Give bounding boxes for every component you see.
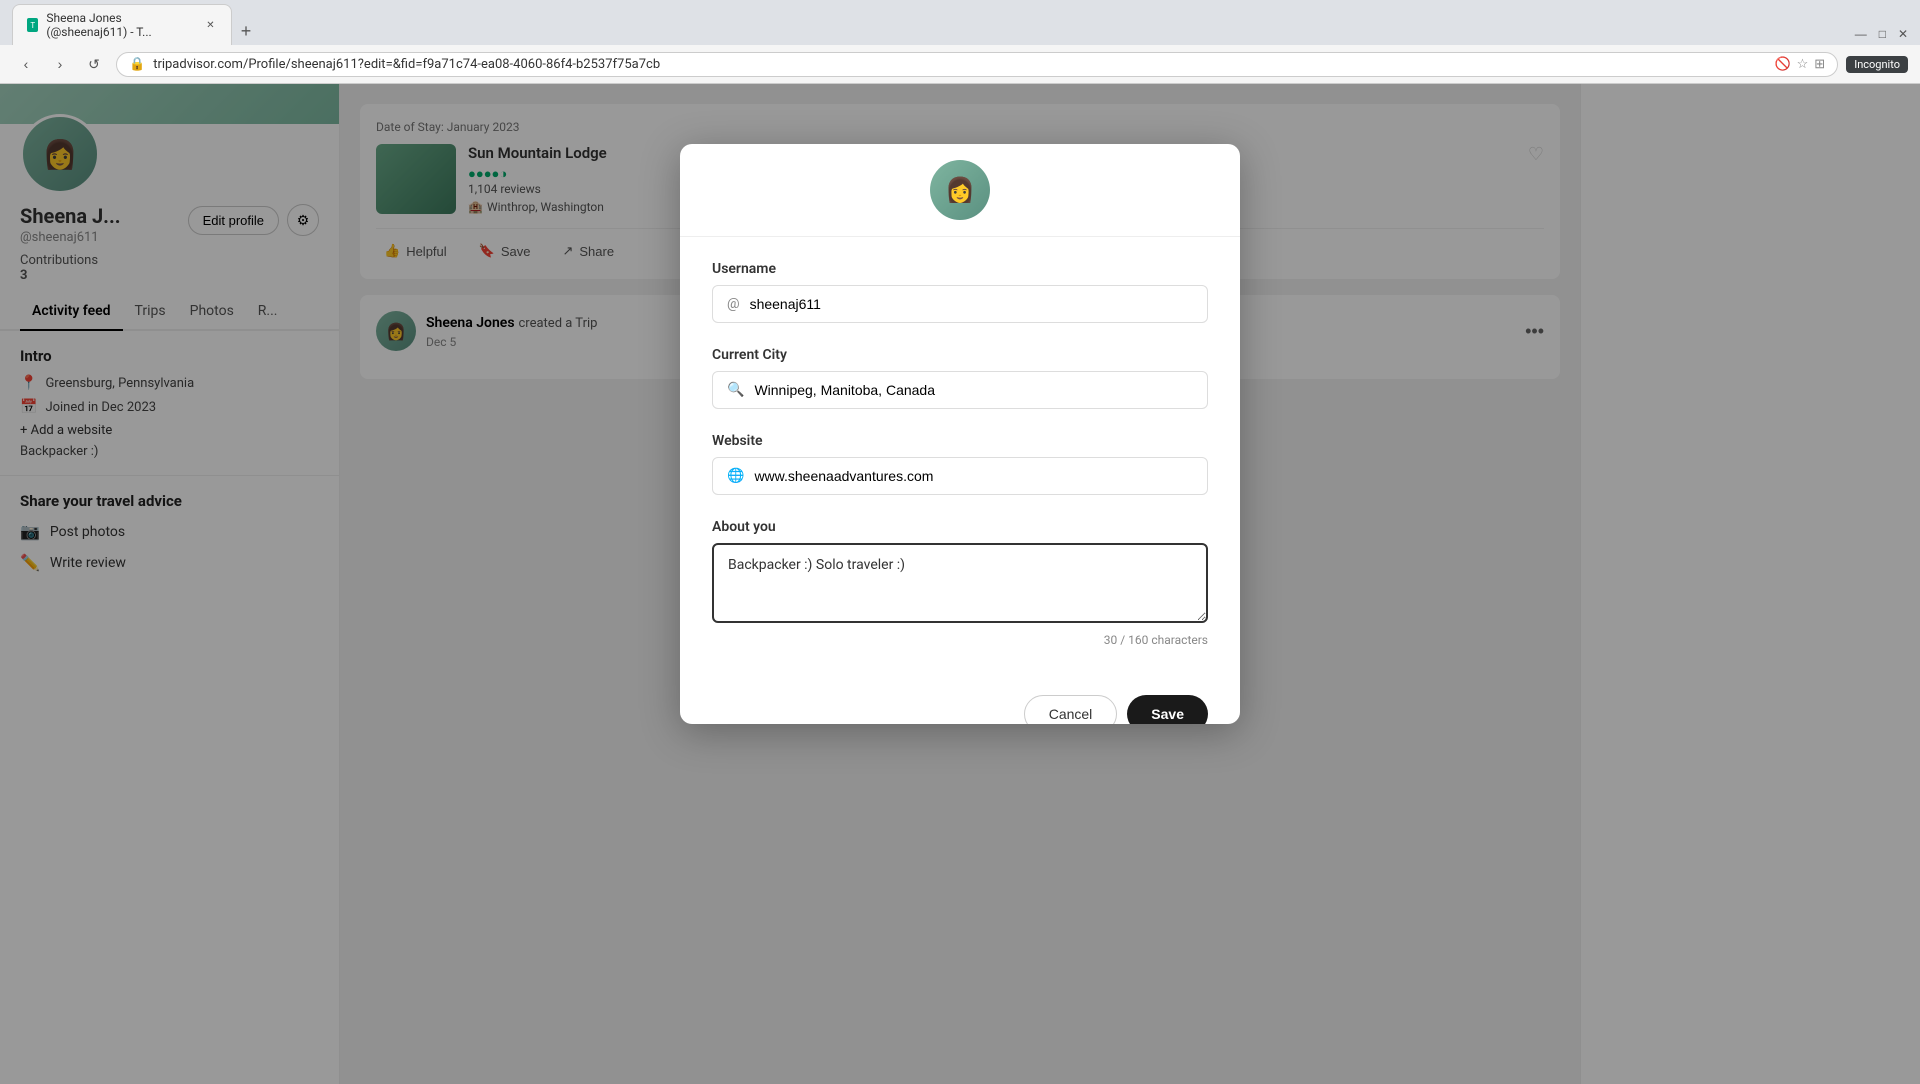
website-input-wrapper: 🌐: [712, 457, 1208, 495]
at-icon: @: [727, 296, 740, 312]
address-bar-row: ‹ › ↺ 🔒 tripadvisor.com/Profile/sheenaj6…: [0, 45, 1920, 83]
cancel-button[interactable]: Cancel: [1024, 695, 1118, 724]
username-input-wrapper: @: [712, 285, 1208, 323]
star-icon: ☆: [1797, 57, 1809, 72]
edit-profile-modal: 👩 Username @ Current City 🔍: [680, 144, 1240, 724]
username-input[interactable]: [750, 296, 1193, 312]
website-label: Website: [712, 433, 1208, 449]
nav-controls: ‹ › ↺: [12, 50, 108, 78]
search-icon: 🔍: [727, 382, 744, 398]
about-textarea[interactable]: Backpacker :) Solo traveler :): [712, 543, 1208, 623]
current-city-input-wrapper: 🔍: [712, 371, 1208, 409]
tab-bar: T Sheena Jones (@sheenaj611) - T... ✕ + …: [0, 0, 1920, 45]
incognito-badge: Incognito: [1846, 56, 1908, 73]
new-tab-button[interactable]: +: [232, 17, 260, 45]
eye-off-icon: 🚫: [1774, 57, 1790, 72]
modal-top-avatar-section: 👩: [680, 144, 1240, 237]
tab-favicon: T: [27, 18, 38, 32]
window-icon: ⊞: [1814, 57, 1825, 72]
address-bar-actions: Incognito: [1846, 56, 1908, 73]
forward-button[interactable]: ›: [46, 50, 74, 78]
modal-body: Username @ Current City 🔍 Web: [680, 237, 1240, 695]
current-city-form-group: Current City 🔍: [712, 347, 1208, 409]
modal-footer: Cancel Save: [680, 695, 1240, 724]
url-text: tripadvisor.com/Profile/sheenaj611?edit=…: [153, 57, 660, 72]
username-label: Username: [712, 261, 1208, 277]
reload-button[interactable]: ↺: [80, 50, 108, 78]
save-button[interactable]: Save: [1127, 695, 1208, 724]
address-bar[interactable]: 🔒 tripadvisor.com/Profile/sheenaj611?edi…: [116, 52, 1838, 77]
current-city-input[interactable]: [754, 382, 1193, 398]
back-button[interactable]: ‹: [12, 50, 40, 78]
main-content: 👩 Sheena J... @sheenaj611 Contributions …: [0, 84, 1920, 1084]
current-city-label: Current City: [712, 347, 1208, 363]
minimize-button[interactable]: —: [1851, 23, 1871, 45]
about-form-group: About you Backpacker :) Solo traveler :)…: [712, 519, 1208, 647]
globe-icon: 🌐: [727, 468, 744, 484]
website-input[interactable]: [754, 468, 1193, 484]
username-form-group: Username @: [712, 261, 1208, 323]
close-window-button[interactable]: ✕: [1894, 23, 1912, 45]
tab-title: Sheena Jones (@sheenaj611) - T...: [46, 11, 196, 39]
tab-close-button[interactable]: ✕: [204, 17, 217, 33]
active-tab[interactable]: T Sheena Jones (@sheenaj611) - T... ✕: [12, 4, 232, 45]
modal-avatar: 👩: [930, 160, 990, 220]
maximize-button[interactable]: □: [1875, 23, 1890, 45]
modal-overlay[interactable]: 👩 Username @ Current City 🔍: [0, 84, 1920, 1084]
browser-chrome: T Sheena Jones (@sheenaj611) - T... ✕ + …: [0, 0, 1920, 84]
lock-icon: 🔒: [129, 57, 145, 72]
about-label: About you: [712, 519, 1208, 535]
modal-avatar-emoji: 👩: [945, 176, 975, 204]
website-form-group: Website 🌐: [712, 433, 1208, 495]
char-count: 30 / 160 characters: [712, 633, 1208, 647]
